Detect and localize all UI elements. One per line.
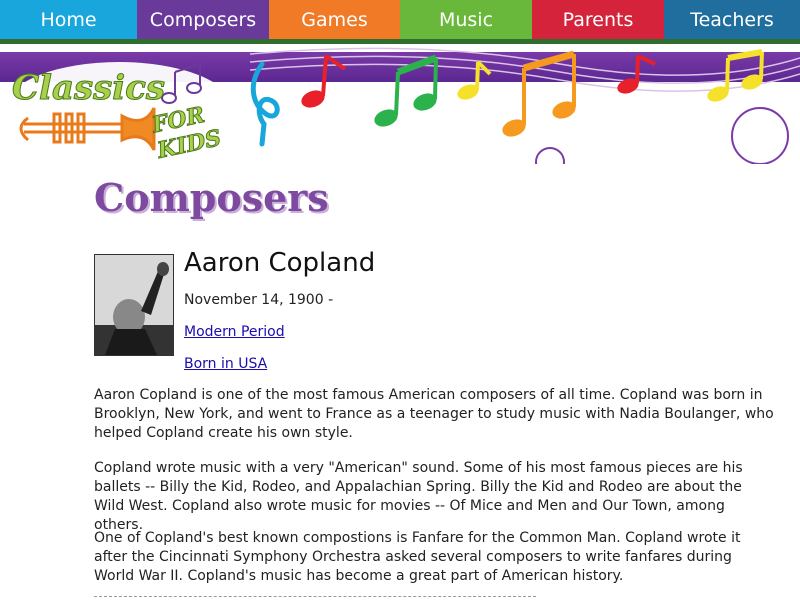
nav-teachers[interactable]: Teachers [664, 0, 800, 39]
nav-composers[interactable]: Composers [137, 0, 269, 39]
bio-paragraph-1: Aaron Copland is one of the most famous … [94, 387, 774, 441]
nav-items: Home Composers Games Music Parents Teach… [0, 0, 800, 39]
nav-home[interactable]: Home [0, 0, 137, 39]
nav-games[interactable]: Games [269, 0, 400, 39]
composer-dates: November 14, 1900 - [184, 292, 334, 308]
bio-paragraph-2: Copland wrote music with a very "America… [94, 460, 743, 533]
birthplace-link[interactable]: Born in USA [184, 356, 267, 372]
page-title: Composers [94, 175, 329, 220]
section-divider [94, 596, 536, 597]
nav-music[interactable]: Music [400, 0, 532, 39]
top-navigation: Home Composers Games Music Parents Teach… [0, 0, 800, 44]
site-logo[interactable]: Classics FOR KIDS [4, 58, 254, 164]
composer-name: Aaron Copland [184, 248, 376, 278]
logo-text-main: Classics [11, 68, 166, 109]
period-link[interactable]: Modern Period [184, 324, 285, 340]
bio-paragraph-3: One of Copland's best known compostions … [94, 530, 741, 584]
portrait-image [95, 255, 173, 355]
composer-portrait [94, 254, 174, 356]
nav-parents[interactable]: Parents [532, 0, 664, 39]
header-banner: Classics FOR KIDS [0, 44, 800, 164]
